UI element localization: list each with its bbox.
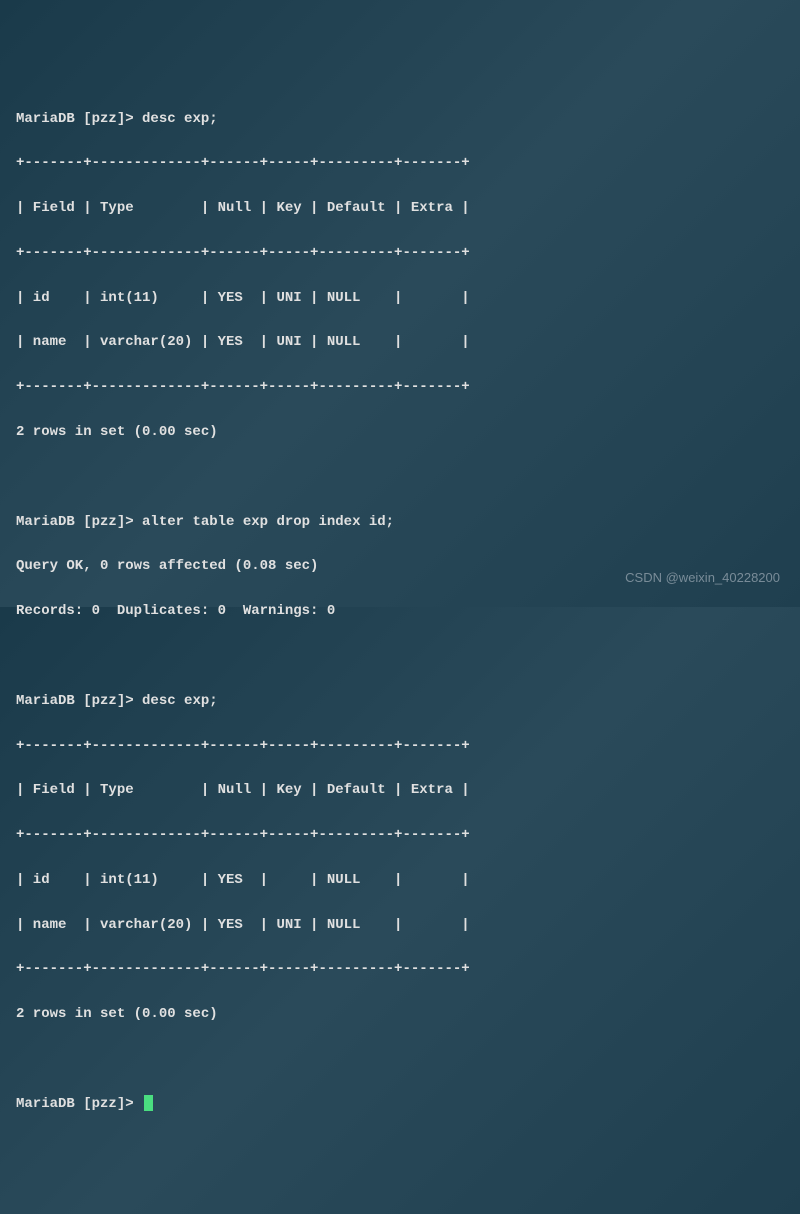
command-1: desc exp; <box>142 111 218 127</box>
table-border: +-------+-------------+------+-----+----… <box>16 824 784 846</box>
table-border: +-------+-------------+------+-----+----… <box>16 152 784 174</box>
table-row: | name | varchar(20) | YES | UNI | NULL … <box>16 331 784 353</box>
prompt: MariaDB [pzz]> <box>16 514 134 530</box>
prompt-line-3: MariaDB [pzz]> desc exp; <box>16 690 784 712</box>
prompt-line-1: MariaDB [pzz]> desc exp; <box>16 108 784 130</box>
table-header: | Field | Type | Null | Key | Default | … <box>16 779 784 801</box>
blank-line <box>16 645 784 667</box>
table-row: | id | int(11) | YES | UNI | NULL | | <box>16 287 784 309</box>
command-2: alter table exp drop index id; <box>142 514 394 530</box>
table-row: | id | int(11) | YES | | NULL | | <box>16 869 784 891</box>
prompt-line-active[interactable]: MariaDB [pzz]> <box>16 1093 784 1115</box>
table-border: +-------+-------------+------+-----+----… <box>16 376 784 398</box>
cursor-icon <box>144 1095 153 1111</box>
watermark: CSDN @weixin_40228200 <box>625 568 780 589</box>
prompt: MariaDB [pzz]> <box>16 1096 134 1112</box>
table-border: +-------+-------------+------+-----+----… <box>16 735 784 757</box>
table-border: +-------+-------------+------+-----+----… <box>16 958 784 980</box>
prompt: MariaDB [pzz]> <box>16 693 134 709</box>
table-row: | name | varchar(20) | YES | UNI | NULL … <box>16 914 784 936</box>
table-border: +-------+-------------+------+-----+----… <box>16 242 784 264</box>
result-summary: 2 rows in set (0.00 sec) <box>16 1003 784 1025</box>
blank-line <box>16 466 784 488</box>
result-summary: 2 rows in set (0.00 sec) <box>16 421 784 443</box>
command-3: desc exp; <box>142 693 218 709</box>
records-line: Records: 0 Duplicates: 0 Warnings: 0 <box>16 600 784 622</box>
prompt-line-2: MariaDB [pzz]> alter table exp drop inde… <box>16 511 784 533</box>
prompt: MariaDB [pzz]> <box>16 111 134 127</box>
blank-line <box>16 1048 784 1070</box>
table-header: | Field | Type | Null | Key | Default | … <box>16 197 784 219</box>
